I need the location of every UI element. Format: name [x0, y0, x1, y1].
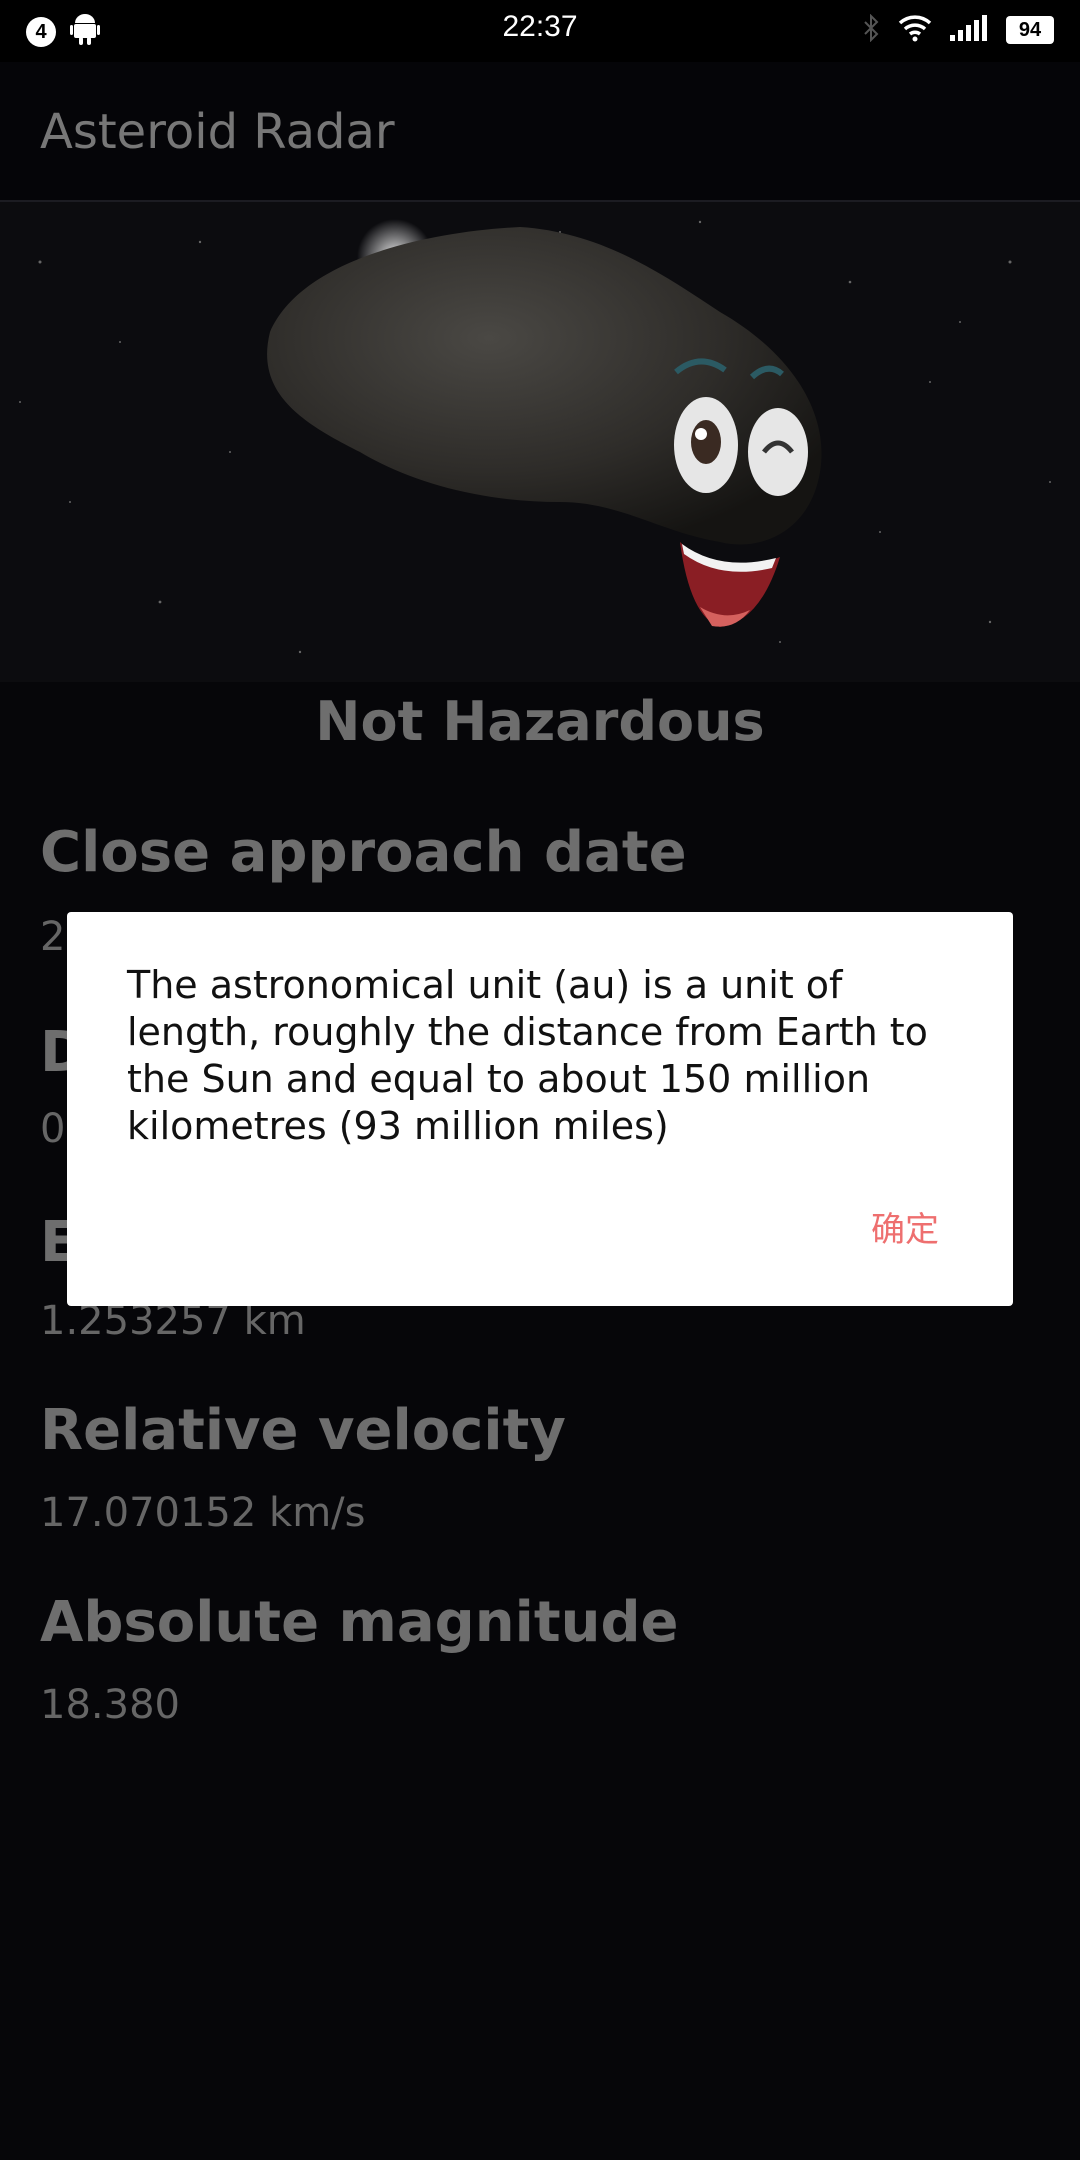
- dialog-message: The astronomical unit (au) is a unit of …: [127, 963, 928, 1148]
- field-label-absolute-magnitude: Absolute magnitude: [40, 1590, 679, 1655]
- dialog-confirm-button[interactable]: 确定: [871, 1202, 939, 1251]
- app-bar: Asteroid Radar: [0, 62, 1080, 202]
- wifi-icon: [898, 14, 932, 46]
- field-value-relative-velocity: 17.070152 km/s: [40, 1490, 366, 1536]
- info-dialog: The astronomical unit (au) is a unit of …: [67, 912, 1013, 1306]
- hazard-status: Not Hazardous: [315, 690, 765, 753]
- app-title: Asteroid Radar: [40, 104, 395, 160]
- field-value-close-approach-date: 2: [40, 914, 66, 960]
- signal-icon: [950, 15, 988, 45]
- status-bar: 4 22:37 94: [0, 0, 1080, 62]
- status-right: 94: [862, 13, 1054, 46]
- bluetooth-icon: [862, 13, 880, 46]
- field-label-close-approach-date: Close approach date: [40, 820, 687, 885]
- asteroid-image: [0, 202, 1080, 682]
- field-value-distance: 0: [40, 1106, 66, 1152]
- battery-icon: 94: [1006, 16, 1054, 44]
- field-value-absolute-magnitude: 18.380: [40, 1682, 180, 1728]
- field-label-relative-velocity: Relative velocity: [40, 1398, 566, 1463]
